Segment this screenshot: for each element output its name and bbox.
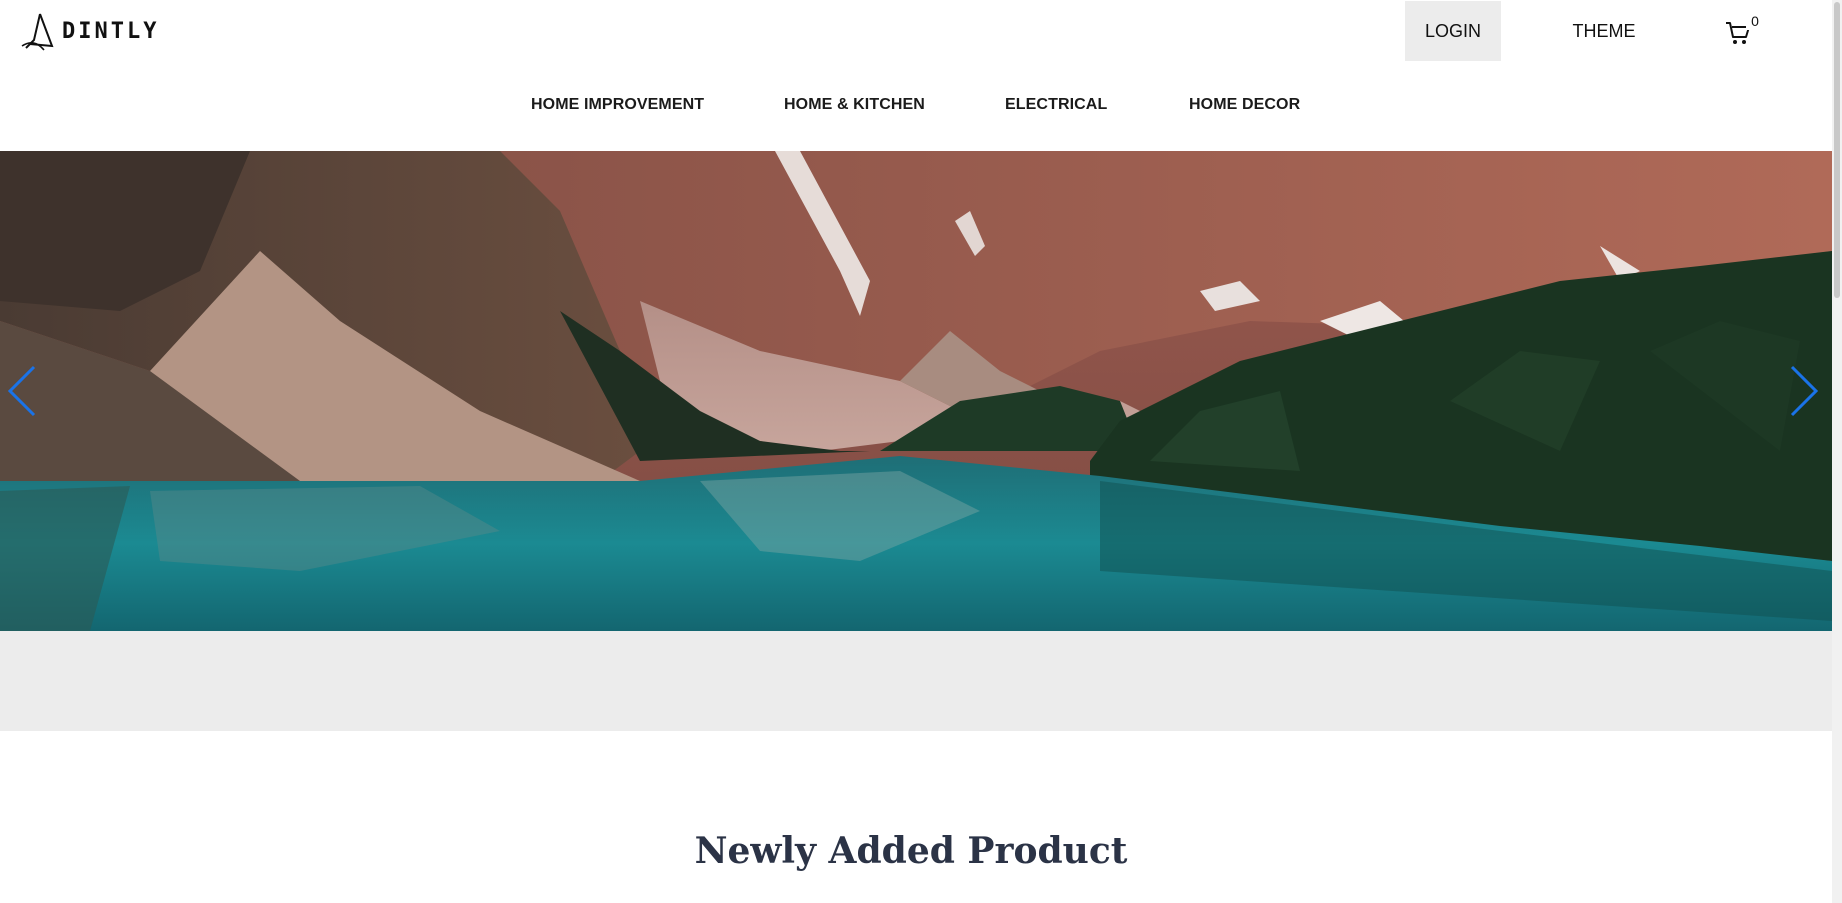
hero-slider — [0, 151, 1832, 631]
theme-button[interactable]: THEME — [1560, 1, 1648, 61]
cart-count-badge: 0 — [1746, 12, 1764, 30]
nav-home-kitchen[interactable]: HOME & KITCHEN — [784, 96, 925, 114]
login-button[interactable]: LOGIN — [1405, 1, 1501, 61]
chevron-left-icon[interactable] — [2, 361, 42, 421]
nav-electrical[interactable]: ELECTRICAL — [1005, 96, 1107, 114]
section-title: Newly Added Product — [694, 830, 1128, 872]
nav-home-decor[interactable]: HOME DECOR — [1189, 96, 1300, 114]
hero-band — [0, 631, 1832, 731]
page: DINTLY LOGIN THEME 0 HOME IMPROVEMENT HO… — [0, 0, 1832, 903]
scrollbar[interactable] — [1832, 0, 1842, 903]
nav-home-improvement[interactable]: HOME IMPROVEMENT — [531, 96, 704, 114]
hero-image — [0, 151, 1832, 631]
header: DINTLY LOGIN THEME 0 — [0, 0, 1832, 68]
brand-logo[interactable]: DINTLY — [20, 10, 159, 52]
category-nav: HOME IMPROVEMENT HOME & KITCHEN ELECTRIC… — [0, 96, 1832, 124]
scrollbar-thumb[interactable] — [1834, 2, 1840, 298]
chevron-right-icon[interactable] — [1784, 361, 1824, 421]
triangle-swirl-logo-icon — [21, 13, 54, 51]
brand-name: DINTLY — [62, 18, 160, 44]
cart-button[interactable]: 0 — [1722, 12, 1768, 48]
